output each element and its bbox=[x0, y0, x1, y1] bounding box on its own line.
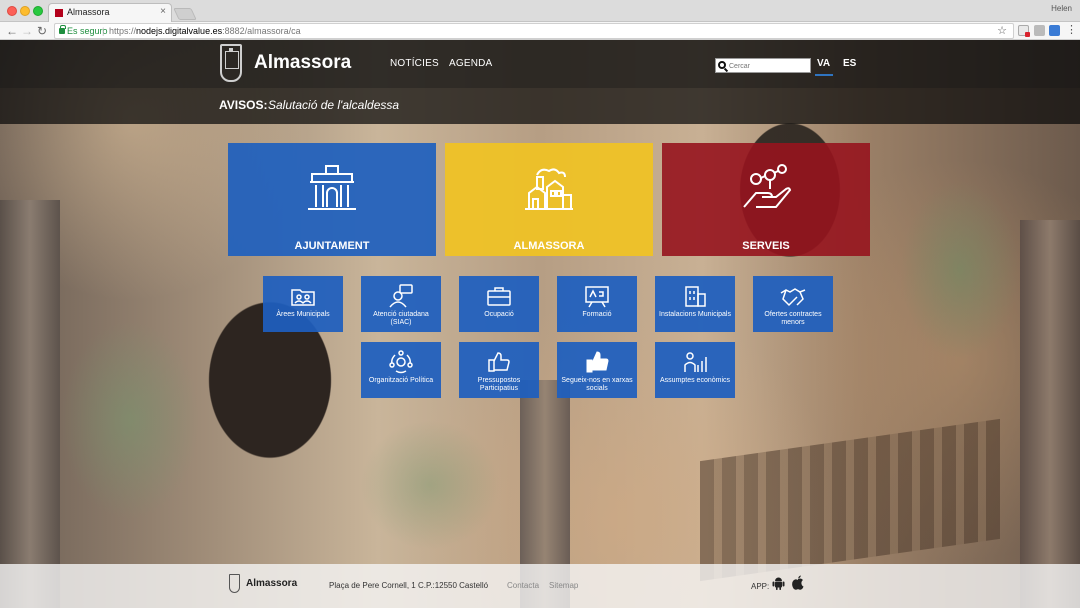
tile-label: Ocupació bbox=[484, 311, 514, 318]
tile-xarxes-socials[interactable]: Segueix-nos en xarxas socials bbox=[557, 342, 637, 398]
briefcase-icon bbox=[487, 287, 511, 306]
tile-ofertes-contractes[interactable]: Ofertes contractes menors bbox=[753, 276, 833, 332]
lock-icon bbox=[59, 25, 66, 34]
app-label: APP: bbox=[751, 582, 770, 591]
tile-ajuntament[interactable]: AJUNTAMENT bbox=[228, 143, 436, 256]
person-chart-icon bbox=[684, 352, 707, 372]
folder-people-icon bbox=[291, 289, 315, 306]
background-foliage bbox=[360, 420, 500, 550]
camera-extension-icon[interactable] bbox=[1034, 25, 1045, 36]
extension-icon[interactable] bbox=[1018, 25, 1030, 37]
nav-noticies[interactable]: NOTÍCIES bbox=[390, 58, 439, 69]
back-icon[interactable]: ← bbox=[6, 23, 18, 39]
background-carving bbox=[700, 418, 1000, 582]
tile-label: AJUNTAMENT bbox=[294, 240, 370, 252]
new-tab-button[interactable] bbox=[173, 8, 197, 20]
maximize-window-button[interactable] bbox=[33, 6, 43, 16]
footer-site-name: Almassora bbox=[246, 578, 298, 589]
language-va[interactable]: VA bbox=[814, 58, 834, 76]
search-input[interactable] bbox=[729, 60, 809, 72]
thumbs-up-icon bbox=[488, 352, 510, 372]
background-column bbox=[1020, 220, 1080, 608]
tab-close-icon[interactable]: × bbox=[160, 6, 166, 17]
browser-toolbar: ← → ↻ Es seguro | https://nodejs.digital… bbox=[0, 22, 1080, 40]
background-foliage bbox=[900, 180, 1020, 360]
notices-bar: AVISOS: Salutació de l'alcaldessa bbox=[0, 88, 1080, 124]
tile-label: Àrees Municipals bbox=[276, 311, 330, 318]
town-houses-icon bbox=[525, 168, 573, 210]
notices-label: AVISOS: bbox=[219, 98, 268, 112]
reload-icon[interactable]: ↻ bbox=[37, 23, 47, 39]
tile-atencio-ciutadana[interactable]: Atenció ciutadana (SIAC) bbox=[361, 276, 441, 332]
android-icon[interactable] bbox=[772, 576, 785, 590]
tile-label: Ofertes contractes menors bbox=[764, 311, 822, 326]
tile-label: Pressupostos Participatius bbox=[477, 377, 521, 392]
people-cycle-icon bbox=[389, 350, 413, 374]
tile-serveis[interactable]: SERVEIS bbox=[662, 143, 870, 256]
building-icon bbox=[685, 286, 706, 307]
url-text: https://nodejs.digitalvalue.es:8882/alma… bbox=[109, 26, 301, 36]
tile-pressupostos-participatius[interactable]: Pressupostos Participatius bbox=[459, 342, 539, 398]
tile-assumptes-economics[interactable]: Assumptes econòmics bbox=[655, 342, 735, 398]
tile-label: Instalacions Municipals bbox=[659, 311, 731, 318]
tile-label: Atenció ciutadana (SIAC) bbox=[373, 311, 429, 326]
url-separator: | bbox=[102, 26, 105, 36]
nav-agenda[interactable]: AGENDA bbox=[449, 58, 492, 69]
handshake-icon bbox=[780, 288, 806, 307]
tile-label: Formació bbox=[582, 311, 612, 318]
blackboard-icon bbox=[585, 286, 609, 308]
browser-tab-strip: Almassora × Helen bbox=[0, 0, 1080, 22]
language-es[interactable]: ES bbox=[843, 58, 856, 69]
tile-label: Organització Política bbox=[368, 377, 434, 384]
footer-link-sitemap[interactable]: Sitemap bbox=[549, 581, 578, 590]
favicon-icon bbox=[55, 9, 63, 17]
tile-arees-municipals[interactable]: Àrees Municipals bbox=[263, 276, 343, 332]
footer-address: Plaça de Pere Cornell, 1 C.P.:12550 Cast… bbox=[329, 581, 489, 590]
bookmark-star-icon[interactable]: ☆ bbox=[997, 24, 1007, 37]
tile-organitzacio-politica[interactable]: Organització Política bbox=[361, 342, 441, 398]
browser-menu-icon[interactable]: ⋮ bbox=[1066, 23, 1077, 36]
browser-tab[interactable]: Almassora × bbox=[48, 3, 172, 22]
background-foliage bbox=[60, 320, 200, 520]
site-footer: Almassora Plaça de Pere Cornell, 1 C.P.:… bbox=[0, 564, 1080, 608]
tile-almassora[interactable]: ALMASSORA bbox=[445, 143, 653, 256]
search-box[interactable] bbox=[715, 58, 811, 73]
page-background: Almassora NOTÍCIES AGENDA VA ES AVISOS: … bbox=[0, 40, 1080, 608]
site-title[interactable]: Almassora bbox=[254, 52, 351, 74]
tile-label: Segueix-nos en xarxas socials bbox=[561, 377, 633, 392]
cast-extension-icon[interactable] bbox=[1049, 25, 1060, 36]
tile-ocupacio[interactable]: Ocupació bbox=[459, 276, 539, 332]
town-hall-icon bbox=[308, 165, 356, 210]
like-icon bbox=[586, 351, 609, 373]
forward-icon[interactable]: → bbox=[21, 23, 33, 39]
tile-label: SERVEIS bbox=[742, 240, 790, 252]
coat-of-arms-icon[interactable] bbox=[220, 44, 242, 82]
tile-label: Assumptes econòmics bbox=[659, 377, 731, 384]
site-header: Almassora NOTÍCIES AGENDA VA ES bbox=[0, 40, 1080, 88]
tab-title: Almassora bbox=[67, 7, 110, 17]
hand-network-icon bbox=[743, 164, 792, 208]
footer-link-contacta[interactable]: Contacta bbox=[507, 581, 539, 590]
minimize-window-button[interactable] bbox=[20, 6, 30, 16]
apple-icon[interactable] bbox=[792, 575, 804, 590]
search-icon[interactable] bbox=[718, 61, 726, 69]
browser-user[interactable]: Helen bbox=[1051, 4, 1072, 13]
person-help-icon bbox=[389, 284, 413, 308]
tile-formacio[interactable]: Formació bbox=[557, 276, 637, 332]
footer-coat-of-arms-icon bbox=[229, 574, 240, 593]
close-window-button[interactable] bbox=[7, 6, 17, 16]
tile-instalacions-municipals[interactable]: Instalacions Municipals bbox=[655, 276, 735, 332]
notice-link[interactable]: Salutació de l'alcaldessa bbox=[268, 98, 399, 112]
background-column bbox=[0, 200, 60, 608]
tile-label: ALMASSORA bbox=[513, 240, 585, 252]
address-bar[interactable]: Es seguro | https://nodejs.digitalvalue.… bbox=[54, 23, 1014, 39]
